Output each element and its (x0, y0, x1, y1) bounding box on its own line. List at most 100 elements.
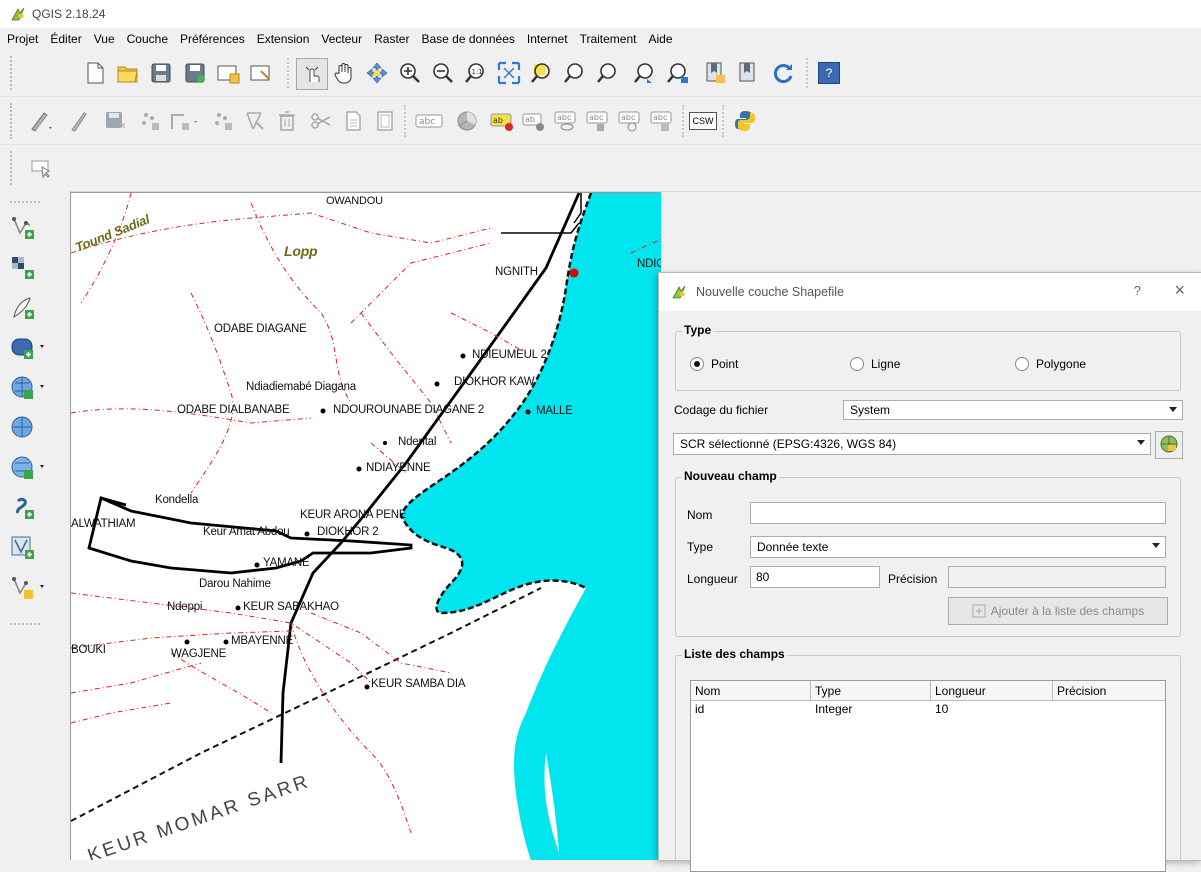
move-feature-icon[interactable] (168, 106, 198, 136)
paste-features-icon[interactable] (370, 106, 400, 136)
crs-value: SCR sélectionné (EPSG:4326, WGS 84) (680, 437, 897, 451)
pin-labels-icon[interactable]: ab (520, 106, 550, 136)
python-icon[interactable] (730, 106, 760, 136)
table-row[interactable]: id Integer 10 (691, 701, 1165, 719)
menu-extension[interactable]: Extension (250, 32, 315, 46)
change-label-icon[interactable]: abc (648, 106, 678, 136)
name-input[interactable] (750, 502, 1166, 524)
save-as-icon[interactable] (180, 58, 210, 88)
fields-table[interactable]: Nom Type Longueur Précision id Integer 1… (690, 680, 1166, 872)
menu-internet[interactable]: Internet (520, 32, 573, 46)
diagram-icon[interactable] (452, 106, 482, 136)
toolbar-grip[interactable] (10, 151, 16, 185)
zoom-full-icon[interactable] (494, 58, 524, 88)
menu-traitement[interactable]: Traitement (573, 32, 642, 46)
zoom-native-icon[interactable]: 1:1 (461, 58, 491, 88)
radio-polygone[interactable]: Polygone (1015, 357, 1086, 371)
add-wfs-layer-icon[interactable] (10, 453, 50, 483)
zoom-last-icon[interactable] (593, 58, 623, 88)
add-delimited-text-icon[interactable] (10, 293, 50, 323)
zoom-out-icon[interactable] (428, 58, 458, 88)
data-source-manager-icon[interactable] (10, 213, 50, 243)
svg-text:abc: abc (419, 117, 435, 127)
new-bookmark-icon[interactable] (663, 58, 693, 88)
zoom-next-icon[interactable] (630, 58, 660, 88)
pan-to-selection-icon[interactable] (362, 58, 392, 88)
menu-aide[interactable]: Aide (641, 32, 677, 46)
menu-bar: Projet Éditer Vue Couche Préférences Ext… (0, 28, 1201, 50)
menu-vue[interactable]: Vue (87, 32, 120, 46)
dialog-close-button[interactable]: × (1174, 280, 1185, 301)
csw-icon[interactable]: CSW (688, 106, 718, 136)
name-label: Nom (687, 508, 713, 522)
map-canvas[interactable]: Tound Sadial Lopp OWANDOU NGNITH NDIOKHO… (70, 192, 661, 860)
radio-point[interactable]: Point (690, 357, 738, 371)
add-spatialite-icon[interactable] (10, 493, 50, 523)
new-print-composer-icon[interactable] (213, 58, 243, 88)
toggle-editing-icon[interactable] (64, 106, 94, 136)
select-feature-icon[interactable] (26, 153, 56, 183)
add-virtual-layer-icon[interactable] (10, 533, 50, 563)
radio-ligne-indicator (850, 357, 864, 371)
zoom-to-layer-icon[interactable] (560, 58, 590, 88)
cut-features-icon[interactable] (306, 106, 336, 136)
copy-features-icon[interactable] (338, 106, 368, 136)
table-header-longueur[interactable]: Longueur (931, 681, 1053, 701)
touch-zoom-icon[interactable] (296, 58, 328, 90)
open-bookmarks-icon[interactable] (733, 58, 763, 88)
layer-toolbar (0, 191, 70, 859)
add-wcs-layer-icon[interactable] (10, 413, 50, 443)
radio-ligne[interactable]: Ligne (850, 357, 900, 371)
menu-preferences[interactable]: Préférences (173, 32, 250, 46)
add-to-fields-button[interactable]: Ajouter à la liste des champs (948, 597, 1168, 625)
move-label-icon[interactable]: abc (584, 106, 614, 136)
crs-selector-button[interactable] (1155, 431, 1183, 459)
menu-couche[interactable]: Couche (120, 32, 173, 46)
zoom-to-selection-icon[interactable] (527, 58, 557, 88)
precision-input[interactable] (948, 566, 1166, 588)
refresh-icon[interactable] (768, 58, 798, 88)
pan-icon[interactable] (329, 58, 359, 88)
add-wms-layer-icon[interactable] (10, 373, 50, 403)
table-header-type[interactable]: Type (811, 681, 931, 701)
node-tool-icon[interactable] (208, 106, 238, 136)
add-database-layer-icon[interactable] (10, 333, 50, 363)
selected-point-ngnith (569, 268, 579, 278)
svg-text:abc: abc (653, 113, 667, 122)
dialog-help-button[interactable]: ? (1134, 283, 1141, 298)
open-project-icon[interactable] (113, 58, 143, 88)
map-label-mbayenne: MBAYENNE (231, 635, 294, 647)
layer-labeling-icon[interactable]: ab (488, 106, 518, 136)
encoding-select[interactable]: System (843, 400, 1183, 420)
table-header-precision[interactable]: Précision (1053, 681, 1165, 701)
show-hide-labels-icon[interactable]: abc (552, 106, 582, 136)
current-edits-icon[interactable] (26, 106, 56, 136)
save-edits-icon[interactable] (100, 106, 130, 136)
show-bookmarks-icon[interactable] (700, 58, 730, 88)
crs-select[interactable]: SCR sélectionné (EPSG:4326, WGS 84) (673, 433, 1151, 455)
field-type-select[interactable]: Donnée texte (750, 536, 1166, 558)
menu-vecteur[interactable]: Vecteur (314, 32, 367, 46)
rotate-label-icon[interactable]: abc (616, 106, 646, 136)
label-toolbar-icon[interactable]: abc (414, 106, 444, 136)
delete-selected-icon[interactable] (240, 106, 270, 136)
add-raster-icon[interactable] (10, 253, 50, 283)
menu-base-de-donnees[interactable]: Base de données (414, 32, 519, 46)
composer-manager-icon[interactable] (246, 58, 276, 88)
table-header-nom[interactable]: Nom (691, 681, 811, 701)
menu-editer[interactable]: Éditer (43, 32, 86, 46)
zoom-in-icon[interactable] (395, 58, 425, 88)
menu-projet[interactable]: Projet (0, 32, 43, 46)
toolbar-grip[interactable] (10, 103, 16, 139)
menu-raster[interactable]: Raster (367, 32, 414, 46)
new-shapefile-layer-icon[interactable] (10, 573, 50, 603)
svg-text:ab: ab (525, 115, 535, 124)
trash-icon[interactable] (272, 106, 302, 136)
add-feature-icon[interactable] (135, 106, 165, 136)
length-input[interactable]: 80 (750, 566, 880, 588)
help-icon[interactable]: ? (814, 58, 844, 88)
new-project-icon[interactable] (80, 58, 110, 88)
toolbar-grip[interactable] (10, 56, 16, 90)
map-label-diokhor-2: DIOKHOR 2 (317, 526, 379, 538)
save-project-icon[interactable] (146, 58, 176, 88)
